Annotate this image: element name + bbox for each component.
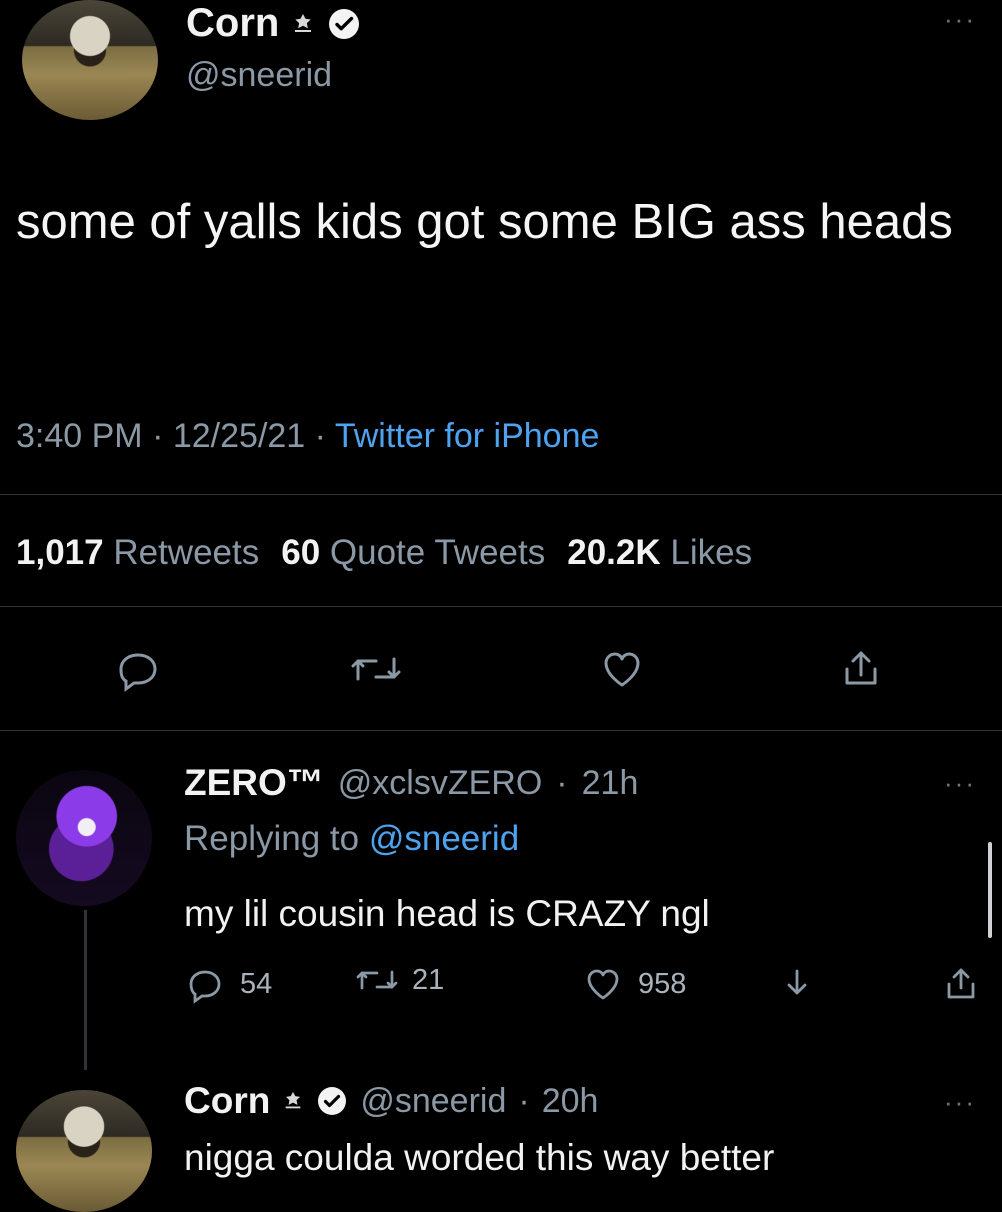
reply-thread-line xyxy=(84,910,87,1070)
stats-top-divider xyxy=(0,494,1002,495)
reply-1-more-options[interactable]: ··· xyxy=(944,768,976,799)
reply-icon xyxy=(114,645,162,698)
reply-1-retweet-action[interactable]: 21 xyxy=(354,963,444,997)
share-icon xyxy=(940,963,982,1010)
replies-divider xyxy=(0,730,1002,731)
retweet-icon xyxy=(348,649,404,694)
reply-1-author-name[interactable]: ZERO™ xyxy=(184,762,324,804)
reply-1-header: ZERO™ @xclsvZERO · 21h xyxy=(184,762,638,804)
main-tweet-stats: 1,017 Retweets 60 Quote Tweets 20.2K Lik… xyxy=(16,533,752,573)
reply-2-separator: · xyxy=(518,1081,530,1120)
meta-separator-1: · xyxy=(152,417,173,455)
retweets-stat[interactable]: 1,017 Retweets xyxy=(16,533,259,573)
reply-1-actions: 54 21 958 xyxy=(184,963,984,1013)
reply-icon xyxy=(184,963,226,1005)
retweets-count: 1,017 xyxy=(16,533,104,572)
reply-2-author-name[interactable]: Corn xyxy=(184,1080,270,1122)
reply-2-time: 20h xyxy=(541,1081,599,1120)
reply-1-avatar[interactable] xyxy=(16,770,152,906)
reply-1-reply-action[interactable]: 54 xyxy=(184,963,272,1005)
stats-bottom-divider xyxy=(0,606,1002,607)
download-icon xyxy=(776,963,818,1010)
scrollbar[interactable] xyxy=(988,842,992,938)
tweet-source-link[interactable]: Twitter for iPhone xyxy=(335,417,600,455)
likes-label: Likes xyxy=(670,533,753,572)
main-more-options[interactable]: ··· xyxy=(944,4,976,35)
reply-1-separator: · xyxy=(556,763,568,802)
meta-separator-2: · xyxy=(314,417,335,455)
main-author-name[interactable]: Corn xyxy=(186,1,279,46)
retweet-button[interactable] xyxy=(336,636,416,706)
badge-icon xyxy=(282,1090,304,1112)
reply-2-handle[interactable]: @sneerid xyxy=(360,1082,506,1121)
reply-1-text: my lil cousin head is CRAZY ngl xyxy=(184,893,710,934)
reply-1-like-action[interactable]: 958 xyxy=(582,963,686,1005)
quotes-count: 60 xyxy=(281,533,321,572)
main-tweet-meta: 3:40 PM · 12/25/21 · Twitter for iPhone xyxy=(16,417,599,456)
like-button[interactable] xyxy=(587,636,657,706)
reply-1-replying-prefix: Replying to xyxy=(184,819,360,858)
reply-2-more-options[interactable]: ··· xyxy=(944,1087,976,1118)
main-tweet-text: some of yalls kids got some BIG ass head… xyxy=(16,195,953,249)
heart-icon xyxy=(598,645,646,698)
reply-1-replying-handle[interactable]: @sneerid xyxy=(369,819,519,858)
reply-button[interactable] xyxy=(103,636,173,706)
main-author-handle[interactable]: @sneerid xyxy=(186,56,332,95)
likes-count: 20.2K xyxy=(567,533,661,572)
likes-stat[interactable]: 20.2K Likes xyxy=(567,533,752,573)
reply-1-like-count: 958 xyxy=(638,967,687,1000)
quotes-stat[interactable]: 60 Quote Tweets xyxy=(281,533,545,573)
tweet-date: 12/25/21 xyxy=(172,417,306,455)
retweets-label: Retweets xyxy=(113,533,260,572)
heart-icon xyxy=(582,963,624,1005)
verified-icon xyxy=(327,7,361,41)
reply-1-share-button[interactable] xyxy=(940,965,982,1007)
main-action-bar xyxy=(0,636,1002,712)
reply-2-text: nigga coulda worded this way better xyxy=(184,1137,775,1178)
share-icon xyxy=(837,645,885,698)
tweet-time: 3:40 PM xyxy=(16,417,143,455)
reply-1-reply-count: 54 xyxy=(240,967,273,1000)
retweet-icon xyxy=(354,963,400,997)
reply-1-retweet-count: 21 xyxy=(412,963,445,996)
main-author-avatar[interactable] xyxy=(22,0,158,120)
reply-2-avatar[interactable] xyxy=(16,1090,152,1212)
reply-1-handle[interactable]: @xclsvZERO xyxy=(338,764,543,803)
share-button[interactable] xyxy=(826,636,896,706)
quotes-label: Quote Tweets xyxy=(329,533,546,572)
reply-1-replying-to: Replying to @sneerid xyxy=(184,819,519,859)
verified-icon xyxy=(316,1085,348,1117)
download-button[interactable] xyxy=(776,965,818,1007)
reply-2-header: Corn @sneerid · 20h xyxy=(184,1080,598,1122)
badge-icon xyxy=(291,12,315,36)
reply-1-time: 21h xyxy=(581,763,639,802)
main-author-header: Corn xyxy=(186,1,361,46)
